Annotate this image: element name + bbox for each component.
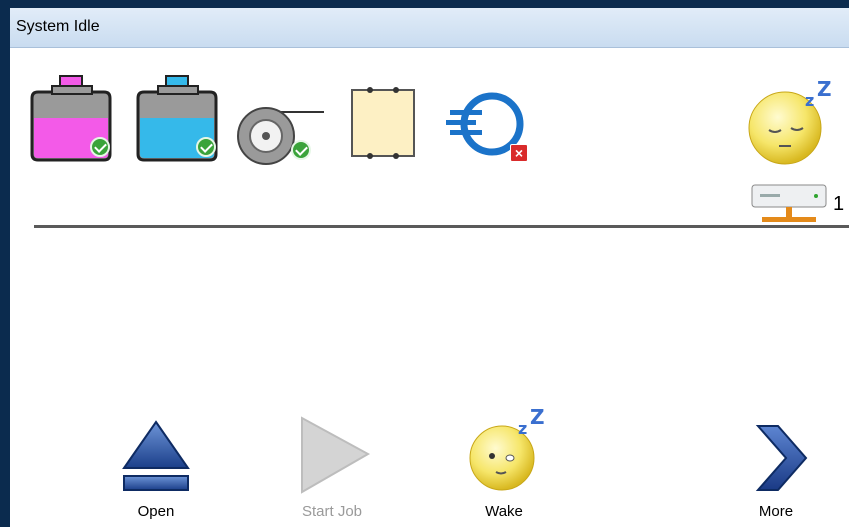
ok-check-icon [196, 137, 216, 157]
svg-text:z: z [518, 419, 527, 438]
ribbon-roll-icon [236, 102, 326, 166]
title-bar: System Idle [10, 8, 849, 48]
connection-icon: × [446, 86, 534, 166]
ok-check-icon [291, 140, 311, 160]
play-icon [301, 416, 371, 494]
media-label-icon [350, 86, 418, 162]
app-window: System Idle × z Z 1 Open Start Job z Z W… [8, 8, 849, 527]
svg-text:Z: Z [530, 408, 545, 429]
eject-icon [122, 420, 190, 491]
open-label: Open [137, 503, 175, 520]
divider [34, 225, 849, 228]
wake-button[interactable]: z Z Wake [454, 405, 554, 527]
more-button[interactable]: More [726, 408, 826, 527]
cyan-ink-cartridge-icon [136, 74, 220, 166]
magenta-ink-cartridge-icon [30, 74, 114, 166]
more-label: More [758, 503, 794, 520]
network-drive-icon [750, 183, 828, 227]
start-job-label: Start Job [301, 503, 363, 520]
wake-face-icon: z Z [469, 405, 545, 491]
network-count: 1 [833, 193, 845, 215]
start-job-button[interactable]: Start Job [282, 408, 382, 527]
ok-check-icon [90, 137, 110, 157]
svg-text:Z: Z [817, 78, 832, 101]
sleep-face-icon: z Z [745, 77, 835, 168]
open-button[interactable]: Open [106, 408, 206, 527]
wake-label: Wake [485, 503, 523, 520]
window-title: System Idle [16, 18, 100, 35]
svg-text:z: z [805, 91, 814, 110]
error-x-icon: × [510, 144, 528, 162]
chevron-right-icon [755, 425, 808, 491]
